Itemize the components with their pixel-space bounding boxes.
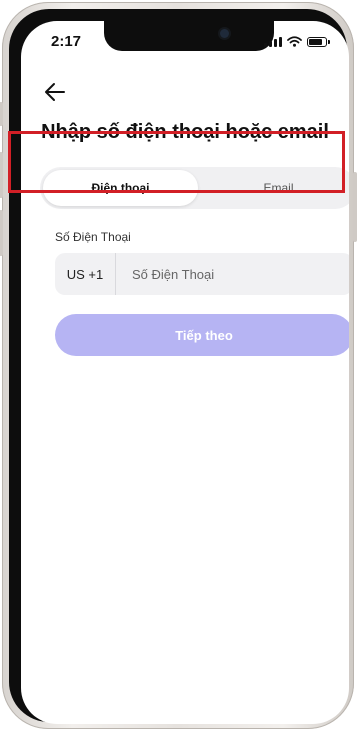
phone-label: Số Điện Thoại — [55, 230, 131, 244]
next-button[interactable]: Tiếp theo — [55, 314, 349, 356]
volume-down-button — [0, 210, 3, 256]
signal-icon — [264, 36, 282, 47]
volume-up-button — [0, 152, 3, 198]
status-icons — [264, 36, 330, 47]
camera-icon — [220, 29, 229, 38]
highlight-box — [8, 131, 345, 193]
battery-icon — [307, 37, 330, 47]
wifi-icon — [287, 36, 302, 47]
notch — [104, 21, 274, 51]
arrow-left-icon[interactable] — [43, 81, 67, 103]
battery-fill — [309, 39, 322, 45]
phone-frame: 2:17 Nhập số điện thoại hoặc email Điện … — [0, 2, 357, 729]
phone-bezel: 2:17 Nhập số điện thoại hoặc email Điện … — [9, 9, 349, 724]
phone-input[interactable] — [130, 265, 349, 283]
screen: 2:17 Nhập số điện thoại hoặc email Điện … — [21, 21, 349, 724]
mute-switch — [0, 102, 3, 126]
status-time: 2:17 — [51, 33, 82, 50]
phone-field: US +1 — [55, 253, 349, 295]
country-code-selector[interactable]: US +1 — [55, 253, 116, 295]
power-button — [353, 172, 357, 242]
